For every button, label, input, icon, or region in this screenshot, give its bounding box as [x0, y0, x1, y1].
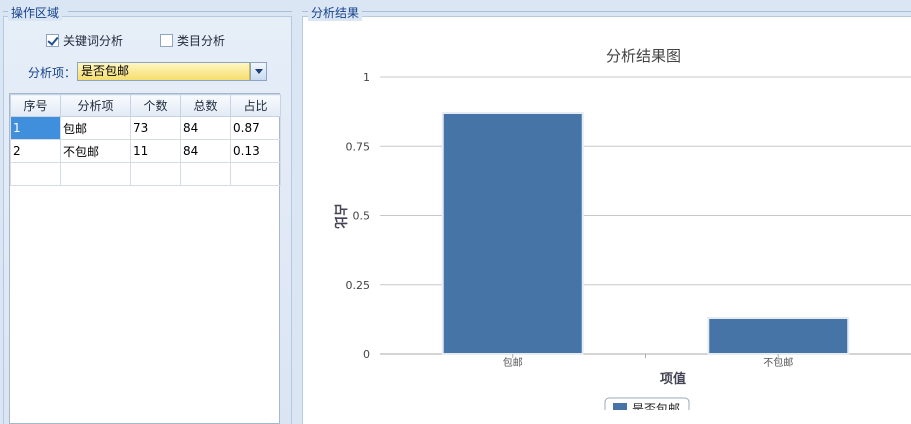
table-cell[interactable]: 84 [180, 139, 231, 163]
legend-swatch [613, 403, 627, 410]
y-axis-label: 占比 [332, 203, 348, 229]
analysis-item-value[interactable]: 是否包邮 [78, 63, 250, 80]
bar[interactable] [441, 112, 584, 356]
group-border [362, 11, 911, 12]
group-border [68, 11, 292, 12]
table-row-empty[interactable] [10, 162, 281, 186]
table-row[interactable]: 1 包邮 73 84 0.87 [10, 116, 281, 140]
chart-title: 分析结果图 [606, 47, 682, 65]
x-axis-label: 项值 [660, 371, 686, 387]
column-header[interactable]: 总数 [180, 94, 231, 117]
table-cell[interactable] [180, 162, 231, 186]
column-header[interactable]: 序号 [10, 94, 61, 117]
y-tick-label: 0.25 [346, 279, 371, 292]
category-analysis-label: 类目分析 [177, 34, 226, 48]
checkbox-checked-icon[interactable] [46, 34, 59, 47]
x-tick-label: 不包邮 [763, 356, 793, 369]
table-cell[interactable]: 11 [130, 139, 181, 163]
table-row[interactable]: 2 不包邮 11 84 0.13 [10, 139, 281, 163]
keyword-analysis-label: 关键词分析 [63, 34, 124, 48]
table-cell[interactable]: 不包邮 [60, 139, 131, 163]
analysis-item-label: 分析项： [28, 66, 77, 80]
table-cell[interactable]: 0.87 [230, 116, 281, 140]
y-tick-label: 1 [363, 71, 370, 84]
chart-legend: 是否包邮 [604, 397, 690, 410]
category-analysis-checkbox[interactable]: 类目分析 [160, 32, 225, 49]
y-tick-label: 0 [363, 348, 370, 361]
table-cell[interactable] [130, 162, 181, 186]
column-header[interactable]: 个数 [130, 94, 181, 117]
table-cell[interactable]: 1 [10, 116, 61, 140]
table-cell[interactable] [10, 162, 61, 186]
table-cell[interactable] [230, 162, 281, 186]
y-tick-label: 0.75 [346, 140, 371, 153]
column-header[interactable]: 分析项 [60, 94, 131, 117]
result-grid[interactable]: 序号 分析项 个数 总数 占比 1 包邮 73 84 0.87 2 不包邮 11… [9, 93, 281, 424]
x-tick-label: 包邮 [503, 356, 523, 369]
table-cell[interactable]: 2 [10, 139, 61, 163]
bar-chart: 0 0.25 0.5 0.75 1 包邮 不包邮 占比 项值 是否包邮 [332, 71, 911, 410]
operation-area-title: 操作区域 [8, 4, 63, 21]
analysis-result-title: 分析结果 [308, 4, 363, 21]
bar[interactable] [707, 316, 850, 356]
dropdown-button[interactable] [250, 63, 266, 80]
keyword-analysis-checkbox[interactable]: 关键词分析 [46, 32, 123, 49]
chevron-down-icon [254, 69, 263, 74]
y-tick-label: 0.5 [353, 210, 371, 223]
result-table: 序号 分析项 个数 总数 占比 1 包邮 73 84 0.87 2 不包邮 11… [10, 94, 281, 186]
analysis-item-select[interactable]: 是否包邮 [77, 62, 267, 81]
operation-area-panel: 操作区域 关键词分析 类目分析 分析项： 是否包邮 序号 分析项 个数 总数 占… [0, 0, 296, 424]
table-cell[interactable]: 0.13 [230, 139, 281, 163]
checkbox-unchecked-icon[interactable] [160, 34, 173, 47]
column-header[interactable]: 占比 [230, 94, 281, 117]
table-cell[interactable]: 包邮 [60, 116, 131, 140]
legend-label: 是否包邮 [632, 402, 680, 410]
table-cell[interactable]: 73 [130, 116, 181, 140]
table-header-row: 序号 分析项 个数 总数 占比 [10, 94, 281, 117]
table-cell[interactable]: 84 [180, 116, 231, 140]
table-cell[interactable] [60, 162, 131, 186]
